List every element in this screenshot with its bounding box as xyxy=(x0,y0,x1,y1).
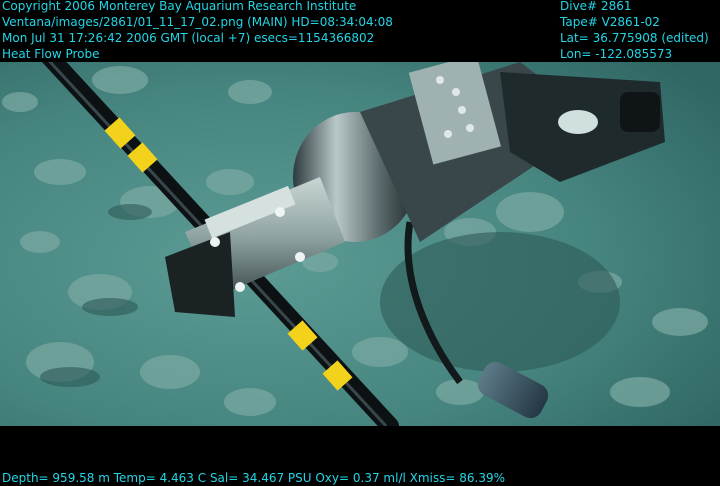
header-info-left: Copyright 2006 Monterey Bay Aquarium Res… xyxy=(2,0,393,62)
latitude: Lat= 36.775908 (edited) xyxy=(560,31,709,45)
header-info-right: Dive# 2861 Tape# V2861-02 Lat= 36.775908… xyxy=(560,0,709,62)
copyright-line: Copyright 2006 Monterey Bay Aquarium Res… xyxy=(2,0,357,13)
timestamp-line: Mon Jul 31 17:26:42 2006 GMT (local +7) … xyxy=(2,31,375,45)
seafloor-photo xyxy=(0,62,720,426)
sensor-readout: Depth= 959.58 m Temp= 4.463 C Sal= 34.46… xyxy=(2,471,506,485)
longitude: Lon= -122.085573 xyxy=(560,47,673,61)
caption-line: Heat Flow Probe xyxy=(2,47,100,61)
seafloor-scene-illustration xyxy=(0,62,720,426)
tape-number: Tape# V2861-02 xyxy=(560,15,660,29)
image-path-line: Ventana/images/2861/01_11_17_02.png (MAI… xyxy=(2,15,393,29)
dive-number: Dive# 2861 xyxy=(560,0,632,13)
